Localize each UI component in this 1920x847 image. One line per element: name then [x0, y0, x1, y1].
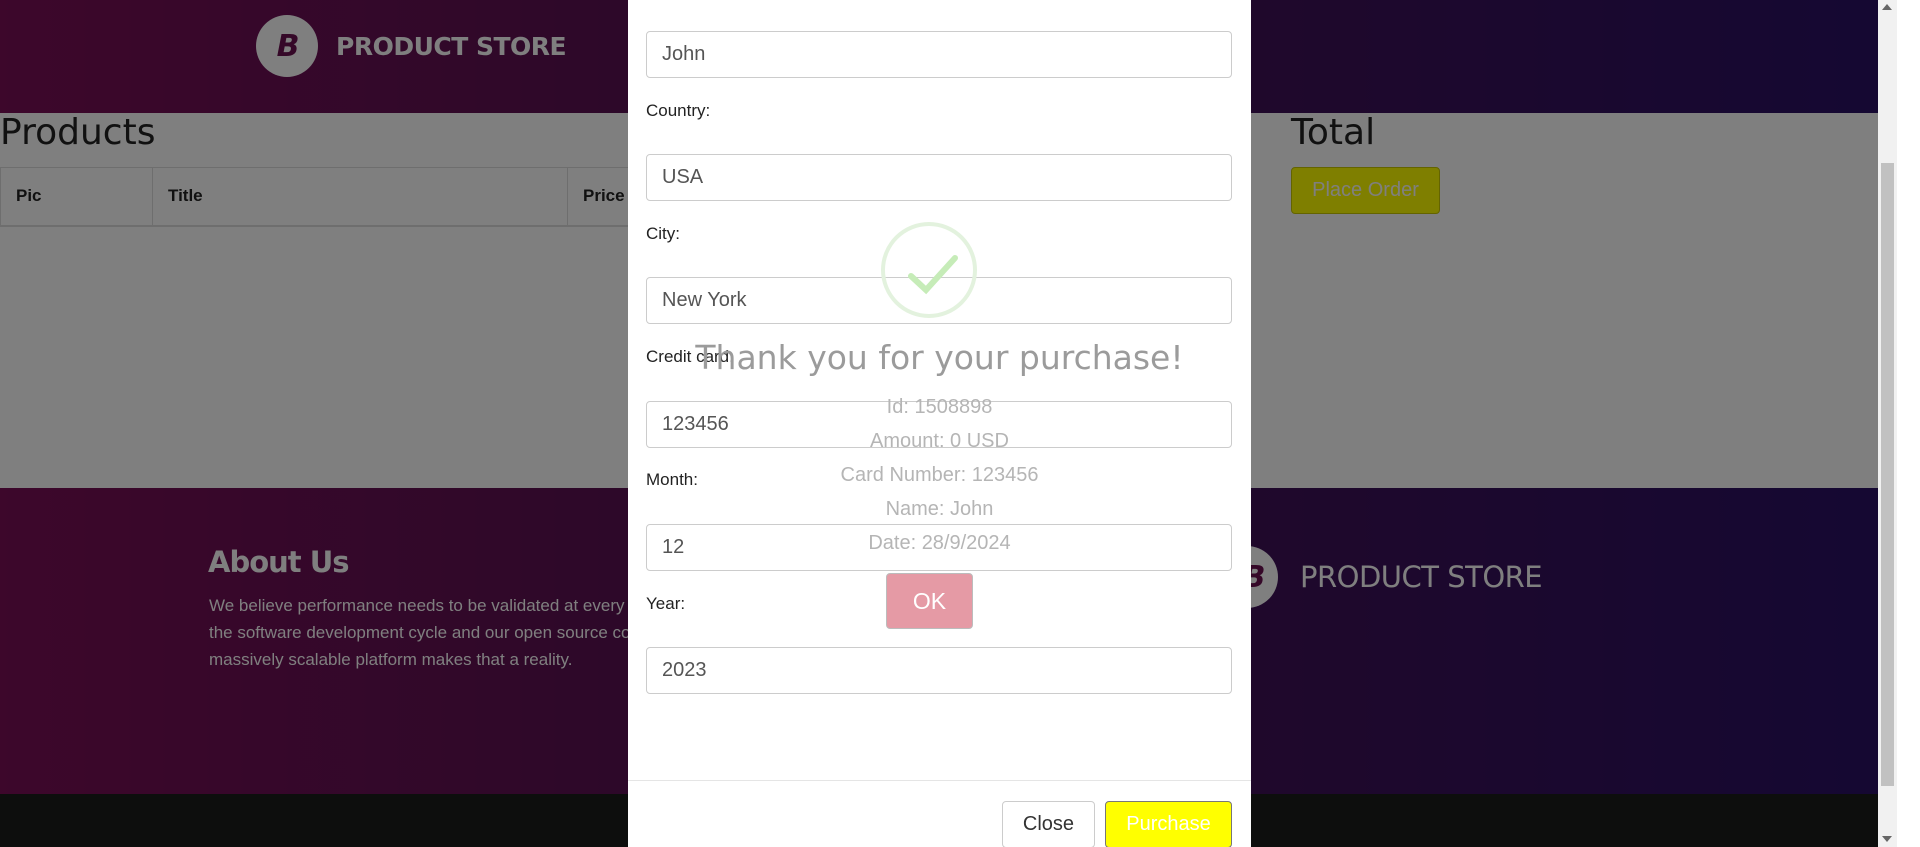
purchase-button[interactable]: Purchase — [1105, 801, 1232, 847]
purchase-confirmation: Thank you for your purchase! Id: 1508898… — [628, 200, 1251, 640]
card-number: Card Number: 123456 — [840, 464, 1039, 486]
scroll-up-arrow-icon[interactable] — [1882, 4, 1892, 10]
close-button[interactable]: Close — [1002, 801, 1095, 847]
modal-footer: Close Purchase — [628, 780, 1251, 847]
window-edge — [1897, 0, 1920, 847]
customer-name: Name: John — [885, 498, 994, 520]
ok-button[interactable]: OK — [886, 573, 973, 629]
vertical-scrollbar[interactable] — [1878, 0, 1897, 847]
confirmation-details: Id: 1508898 Amount: 0 USD Card Number: 1… — [628, 390, 1251, 560]
name-input[interactable] — [646, 31, 1232, 78]
country-input[interactable] — [646, 154, 1232, 201]
checkmark-icon — [908, 255, 958, 295]
scroll-down-arrow-icon[interactable] — [1882, 836, 1892, 842]
order-date: Date: 28/9/2024 — [868, 532, 1011, 554]
success-circle — [881, 222, 977, 318]
order-amount: Amount: 0 USD — [870, 430, 1009, 452]
country-label: Country: — [646, 101, 711, 120]
year-input[interactable] — [646, 647, 1232, 694]
order-id: Id: 1508898 — [886, 396, 993, 418]
scrollbar-thumb[interactable] — [1881, 163, 1894, 786]
confirmation-title: Thank you for your purchase! — [695, 338, 1184, 377]
